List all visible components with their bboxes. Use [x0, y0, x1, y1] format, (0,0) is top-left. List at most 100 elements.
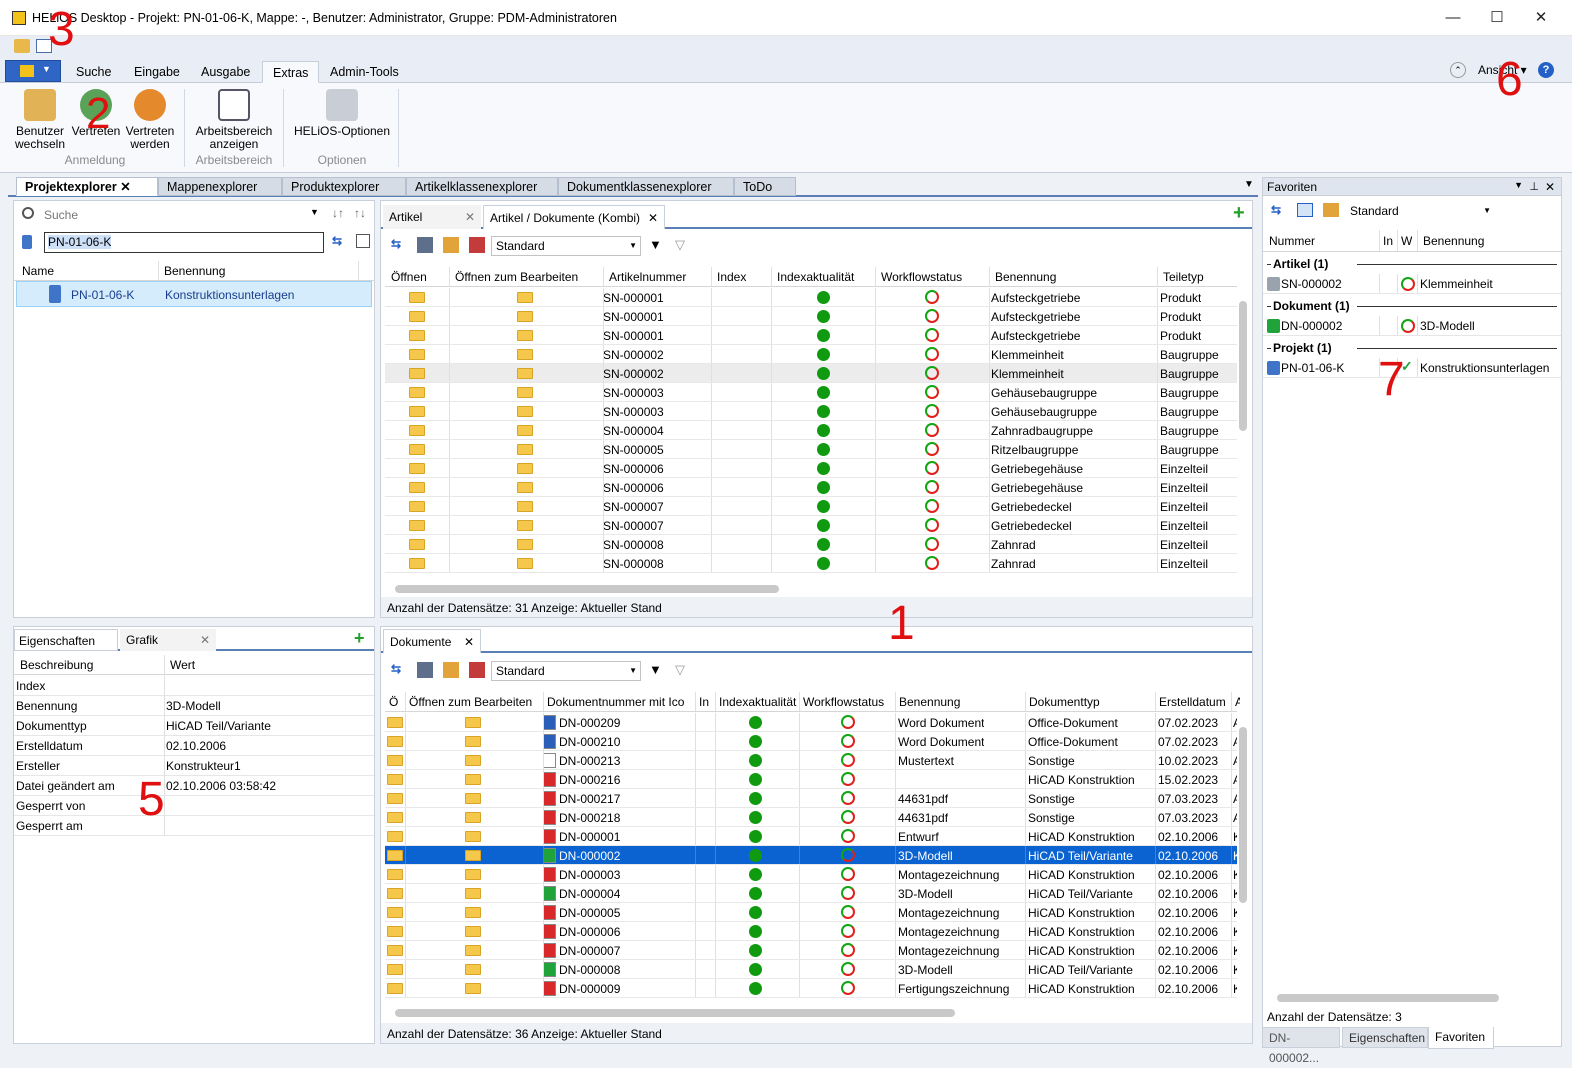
list-item[interactable]: SN-000002 Klemmeinheit: [1263, 274, 1561, 294]
column-header[interactable]: Benennung: [899, 695, 1024, 709]
open-folder-icon[interactable]: [387, 926, 403, 937]
documents-hscroll[interactable]: [395, 1009, 955, 1017]
table-row[interactable]: SN-000005 Ritzelbaugruppe Baugruppe: [385, 440, 1237, 459]
item-details-icon[interactable]: [417, 237, 433, 253]
column-header[interactable]: Öffnen: [391, 270, 447, 284]
column-header[interactable]: Workflowstatus: [881, 270, 987, 284]
open-folder-icon[interactable]: [409, 444, 425, 455]
tab-dokumente[interactable]: Dokumente ✕: [383, 629, 481, 653]
open-folder-icon[interactable]: [409, 387, 425, 398]
edit-folder-icon[interactable]: [465, 850, 481, 861]
column-header[interactable]: Öffnen zum Bearbeiten: [455, 270, 601, 284]
edit-folder-icon[interactable]: [465, 793, 481, 804]
item-details-icon[interactable]: [417, 662, 433, 678]
tab-grafik[interactable]: Grafik ✕: [120, 629, 216, 651]
favorites-view-select[interactable]: Standard ▼: [1345, 201, 1495, 221]
open-folder-icon[interactable]: [409, 311, 425, 322]
column-header[interactable]: Workflowstatus: [803, 695, 894, 709]
open-folder-icon[interactable]: [387, 717, 403, 728]
open-folder-icon[interactable]: [409, 482, 425, 493]
help-icon[interactable]: ?: [1538, 62, 1554, 78]
edit-folder-icon[interactable]: [465, 774, 481, 785]
list-item[interactable]: DN-000002 3D-Modell: [1263, 316, 1561, 336]
benutzer-wechseln-button[interactable]: Benutzer wechseln: [10, 89, 70, 151]
open-folder-icon[interactable]: [387, 869, 403, 880]
pin-icon[interactable]: ⊥: [1529, 180, 1539, 193]
chevron-down-icon[interactable]: ▼: [310, 207, 319, 217]
edit-folder-icon[interactable]: [465, 831, 481, 842]
export-icon[interactable]: [443, 237, 459, 253]
close-icon[interactable]: ✕: [120, 180, 130, 194]
close-icon[interactable]: ✕: [464, 630, 474, 654]
open-folder-icon[interactable]: [387, 850, 403, 861]
column-header[interactable]: Benennung: [995, 270, 1155, 284]
edit-folder-icon[interactable]: [517, 311, 533, 322]
collapse-ribbon-icon[interactable]: ⌃: [1450, 62, 1466, 78]
open-folder-icon[interactable]: [409, 425, 425, 436]
minimize-button[interactable]: —: [1430, 4, 1476, 32]
export-icon[interactable]: [1323, 203, 1339, 217]
add-icon[interactable]: +: [1233, 203, 1245, 223]
open-folder-icon[interactable]: [409, 501, 425, 512]
table-row[interactable]: DN-000006 Montagezeichnung HiCAD Konstrukt…: [385, 922, 1237, 941]
props-row[interactable]: Datei geändert am 02.10.2006 03:58:42: [14, 776, 374, 796]
table-row[interactable]: SN-000003 Gehäusebaugruppe Baugruppe: [385, 383, 1237, 402]
tab-todo[interactable]: ToDo: [734, 177, 796, 196]
view-select[interactable]: Standard ▼: [491, 661, 641, 681]
table-row[interactable]: SN-000003 Gehäusebaugruppe Baugruppe: [385, 402, 1237, 421]
tab-list-icon[interactable]: ▼: [1244, 179, 1254, 190]
table-row[interactable]: SN-000001 Aufsteckgetriebe Produkt: [385, 288, 1237, 307]
delete-icon[interactable]: [469, 662, 485, 678]
articles-vscroll[interactable]: [1239, 301, 1247, 431]
helios-optionen-button[interactable]: HELiOS-Optionen: [290, 89, 394, 138]
props-row[interactable]: Gesperrt von: [14, 796, 374, 816]
edit-folder-icon[interactable]: [517, 501, 533, 512]
open-folder-icon[interactable]: [387, 793, 403, 804]
props-row[interactable]: Index: [14, 676, 374, 696]
column-header[interactable]: Dokumentnummer mit Ico: [547, 695, 694, 709]
table-row[interactable]: SN-000004 Zahnradbaugruppe Baugruppe: [385, 421, 1237, 440]
table-row[interactable]: DN-000008 3D-Modell HiCAD Teil/Variante 02.…: [385, 960, 1237, 979]
props-row[interactable]: Erstelldatum 02.10.2006: [14, 736, 374, 756]
column-header[interactable]: A: [1235, 695, 1240, 709]
table-row[interactable]: SN-000006 Getriebegehäuse Einzelteil: [385, 459, 1237, 478]
column-header[interactable]: Ö: [389, 695, 404, 709]
table-row[interactable]: DN-000216 HiCAD Konstruktion 15.02.2023 A: [385, 770, 1237, 789]
open-folder-icon[interactable]: [409, 292, 425, 303]
table-row[interactable]: DN-000009 Fertigungszeichnung HiCAD Konstr…: [385, 979, 1237, 998]
table-row[interactable]: DN-000001 Entwurf HiCAD Konstruktion 02.10.…: [385, 827, 1237, 846]
project-input[interactable]: PN-01-06-K: [44, 232, 324, 253]
list-item[interactable]: PN-01-06-K ✓ Konstruktionsunterlagen: [1263, 358, 1561, 378]
edit-folder-icon[interactable]: [465, 907, 481, 918]
export-icon[interactable]: [443, 662, 459, 678]
table-row[interactable]: SN-000007 Getriebedeckel Einzelteil: [385, 516, 1237, 535]
tab-artikel-dokumente-kombi[interactable]: Artikel / Dokumente (Kombi) ✕: [483, 205, 665, 229]
articles-hscroll[interactable]: [395, 585, 779, 593]
edit-folder-icon[interactable]: [517, 482, 533, 493]
open-folder-icon[interactable]: [409, 368, 425, 379]
table-row[interactable]: DN-000002 3D-Modell HiCAD Teil/Variante 02.…: [385, 846, 1237, 865]
open-folder-icon[interactable]: [387, 907, 403, 918]
props-row[interactable]: Gesperrt am: [14, 816, 374, 836]
search-box[interactable]: Suche ▼: [18, 205, 328, 225]
close-button[interactable]: ✕: [1518, 4, 1564, 32]
column-header[interactable]: Index: [717, 270, 769, 284]
edit-folder-icon[interactable]: [517, 425, 533, 436]
edit-folder-icon[interactable]: [517, 520, 533, 531]
open-folder-icon[interactable]: [409, 406, 425, 417]
table-row[interactable]: DN-000213 Mustertext Sonstige 10.02.2023 A: [385, 751, 1237, 770]
open-folder-icon[interactable]: [387, 888, 403, 899]
tab-artikel[interactable]: Artikel ✕: [383, 205, 481, 229]
column-header[interactable]: Öffnen zum Bearbeiten: [409, 695, 542, 709]
vertreten-werden-button[interactable]: Vertreten werden: [122, 89, 178, 151]
props-row[interactable]: Ersteller Konstrukteur1: [14, 756, 374, 776]
open-folder-icon[interactable]: [409, 330, 425, 341]
table-row[interactable]: SN-000008 Zahnrad Einzelteil: [385, 535, 1237, 554]
table-row[interactable]: DN-000218 44631pdf Sonstige 07.03.2023 A: [385, 808, 1237, 827]
tab-ausgabe[interactable]: Ausgabe: [191, 61, 260, 83]
edit-folder-icon[interactable]: [517, 330, 533, 341]
view-select[interactable]: Standard ▼: [491, 236, 641, 256]
tab-eigenschaften[interactable]: Eigenschaften: [14, 629, 118, 651]
copy-icon[interactable]: [1297, 203, 1313, 217]
edit-folder-icon[interactable]: [465, 736, 481, 747]
